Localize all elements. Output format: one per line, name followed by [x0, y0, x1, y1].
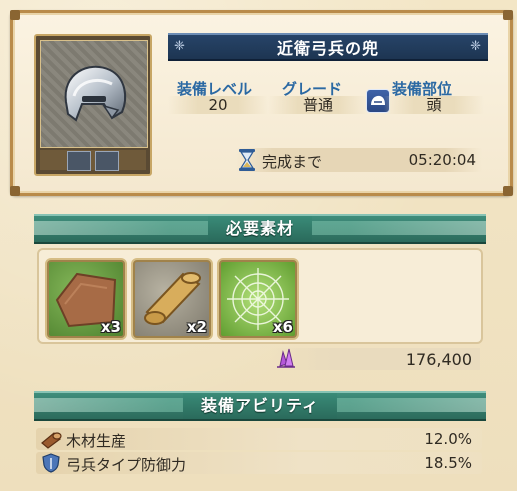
log-icon	[40, 429, 62, 453]
ability-row: 木材生産 12.0%	[36, 428, 482, 450]
material-count: x3	[100, 318, 121, 336]
upgrade-slot	[67, 151, 91, 171]
upgrade-slot-row	[40, 150, 146, 171]
materials-panel: x3 x2 x6	[37, 248, 483, 344]
material-count: x2	[186, 318, 207, 336]
ability-name: 木材生産	[66, 432, 127, 450]
material-slot-scroll[interactable]: x2	[131, 258, 213, 340]
ability-value: 12.0%	[424, 430, 472, 448]
item-name: 近衛弓兵の兜	[276, 39, 379, 58]
ornament-icon: ❈	[470, 39, 482, 54]
abilities-title: 装備アビリティ	[182, 393, 338, 419]
materials-section-header: 必要素材	[34, 214, 486, 244]
equip-slot-value: 頭	[384, 96, 484, 114]
card-corner	[10, 186, 20, 196]
card-corner	[503, 10, 513, 20]
item-name-banner: ❈ 近衛弓兵の兜 ❈	[168, 33, 488, 61]
material-count: x6	[272, 318, 293, 336]
material-slot-leather[interactable]: x3	[45, 258, 127, 340]
ability-row: 弓兵タイプ防御力 18.5%	[36, 452, 482, 474]
crafting-cost: 176,400	[270, 348, 480, 370]
ability-name: 弓兵タイプ防御力	[66, 456, 187, 474]
shield-icon	[40, 453, 62, 477]
timer-label: 完成まで	[262, 153, 323, 171]
cost-value: 176,400	[405, 350, 472, 369]
item-icon-frame[interactable]	[34, 34, 152, 176]
equip-level-value: 20	[168, 96, 268, 114]
upgrade-slot	[95, 151, 119, 171]
materials-title: 必要素材	[207, 216, 313, 242]
crystal-icon	[274, 346, 298, 374]
helmet-icon	[40, 40, 148, 148]
grade-value: 普通	[268, 96, 368, 114]
timer-value: 05:20:04	[408, 151, 476, 169]
ornament-icon: ❈	[174, 39, 186, 54]
card-corner	[503, 186, 513, 196]
abilities-section-header: 装備アビリティ	[34, 391, 486, 421]
material-slot-spider-web[interactable]: x6	[217, 258, 299, 340]
ability-value: 18.5%	[424, 454, 472, 472]
completion-timer: 完成まで 05:20:04	[236, 148, 482, 172]
hourglass-icon	[236, 148, 258, 176]
card-corner	[10, 10, 20, 20]
